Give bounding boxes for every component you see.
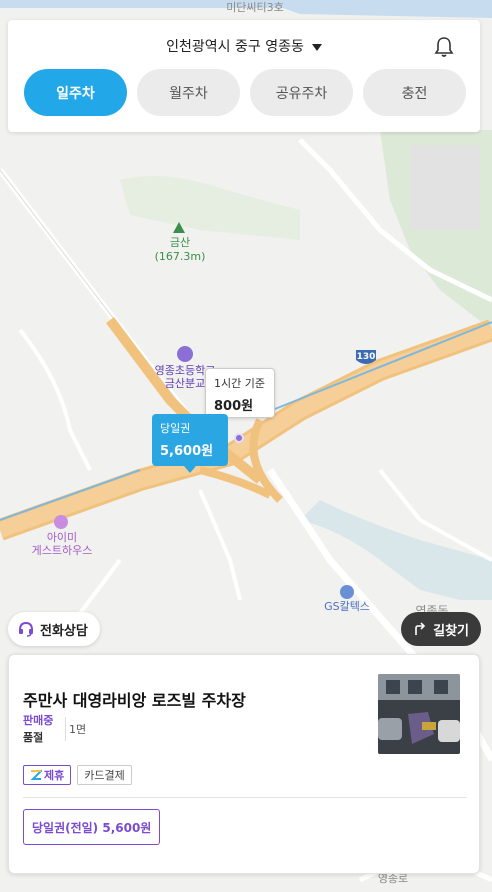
- price-marker-price: 5,600원: [160, 444, 214, 459]
- directions-label: 길찾기: [433, 623, 469, 639]
- tab-daily[interactable]: 일주차: [24, 69, 127, 116]
- price-marker-hourly[interactable]: 1시간 기준 800원: [205, 368, 275, 418]
- map-label-guesthouse-name: 게스트하우스: [31, 544, 93, 557]
- directions-button[interactable]: 길찾기: [401, 612, 481, 646]
- turn-right-icon: [415, 622, 426, 635]
- tag-partner-label: 제휴: [44, 769, 65, 782]
- parking-lot-photo[interactable]: [378, 674, 460, 754]
- location-text: 인천광역시 중구 영종동: [166, 39, 304, 55]
- parking-lot-name: 주만사 대영라비앙 로즈빌 주차장: [23, 691, 246, 710]
- divider: [65, 717, 66, 741]
- parking-lot-card[interactable]: 주만사 대영라비앙 로즈빌 주차장 판매중 품절 1면 제휴 카드결제 당일권(…: [8, 654, 480, 874]
- divider: [23, 797, 467, 798]
- map-label-building: 미단씨티3호: [226, 1, 284, 14]
- location-dot: [234, 433, 244, 443]
- tab-charging[interactable]: 충전: [363, 69, 466, 116]
- tag-partner: 제휴: [23, 765, 72, 785]
- price-marker-caption: 1시간 기준: [214, 377, 265, 390]
- tab-shared[interactable]: 공유주차: [250, 69, 353, 116]
- map-label-mountain: 금산: [169, 236, 191, 249]
- headset-icon: [19, 621, 33, 637]
- space-count: 1면: [69, 723, 87, 736]
- bell-icon[interactable]: [434, 36, 454, 58]
- map-label-mountain-height: (167.3m): [154, 250, 206, 263]
- tag-card-payment: 카드결제: [77, 765, 132, 785]
- highway-number: 130: [356, 352, 376, 362]
- price-marker-daily[interactable]: 당일권 5,600원: [152, 414, 228, 473]
- map-label-road: 영종로: [377, 872, 409, 885]
- price-marker-caption: 당일권: [160, 422, 191, 435]
- stock-status: 품절: [23, 731, 44, 744]
- location-selector[interactable]: 인천광역시 중구 영종동: [8, 36, 480, 56]
- parking-type-tabs: 일주차 월주차 공유주차 충전: [24, 69, 466, 116]
- partner-logo-icon: [30, 770, 42, 780]
- phone-consult-button[interactable]: 전화상담: [8, 612, 100, 646]
- map-label-gas-station: GS칼텍스: [324, 600, 370, 613]
- filter-header: 인천광역시 중구 영종동 일주차 월주차 공유주차 충전: [8, 20, 480, 132]
- daily-ticket-button[interactable]: 당일권(전일) 5,600원: [23, 809, 161, 845]
- tab-monthly[interactable]: 월주차: [137, 69, 240, 116]
- sale-status: 판매중: [23, 714, 54, 727]
- phone-consult-label: 전화상담: [40, 623, 88, 639]
- price-marker-price: 800원: [214, 399, 254, 414]
- map-label-guesthouse: 아이미: [46, 531, 78, 544]
- feature-tags: 제휴 카드결제: [23, 765, 132, 785]
- caret-down-icon: [311, 43, 322, 51]
